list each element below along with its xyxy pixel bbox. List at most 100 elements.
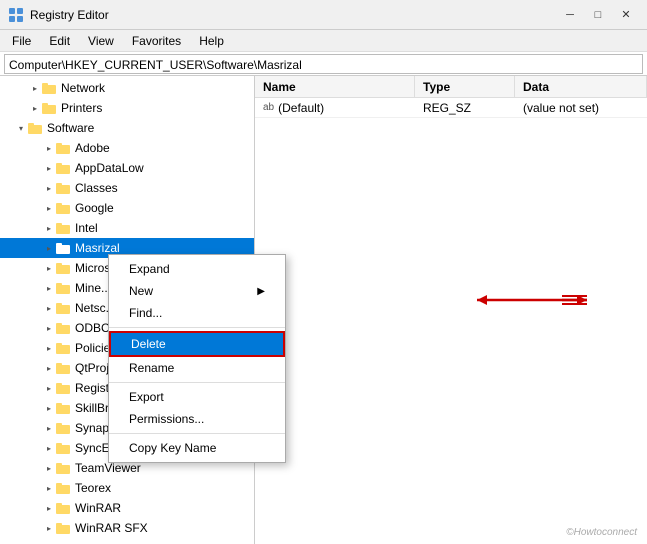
ctx-permissions-label: Permissions...: [129, 412, 204, 426]
folder-icon-synce: [56, 441, 72, 455]
expander-teamviewer[interactable]: [42, 461, 56, 475]
tree-label-intel: Intel: [75, 221, 98, 235]
expander-regist[interactable]: [42, 381, 56, 395]
expander-intel[interactable]: [42, 221, 56, 235]
ctx-export[interactable]: Export: [109, 386, 285, 408]
ctx-copykey[interactable]: Copy Key Name: [109, 437, 285, 459]
expander-policie[interactable]: [42, 341, 56, 355]
ctx-delete[interactable]: Delete: [109, 331, 285, 357]
ctx-find-label: Find...: [129, 306, 162, 320]
ctx-delete-label: Delete: [131, 337, 166, 351]
expander-software[interactable]: [14, 121, 28, 135]
tree-item-appdatalow[interactable]: AppDataLow: [0, 158, 254, 178]
tree-item-google[interactable]: Google: [0, 198, 254, 218]
folder-icon-masrizal: [56, 241, 72, 255]
registry-row-default[interactable]: ab (Default) REG_SZ (value not set): [255, 98, 647, 118]
menu-edit[interactable]: Edit: [41, 32, 78, 50]
folder-icon-regist: [56, 381, 72, 395]
expander-printers[interactable]: [28, 101, 42, 115]
col-header-type: Type: [415, 76, 515, 97]
title-bar: Registry Editor ─ □ ✕: [0, 0, 647, 30]
menu-view[interactable]: View: [80, 32, 122, 50]
tree-item-intel[interactable]: Intel: [0, 218, 254, 238]
folder-icon-mine: [56, 281, 72, 295]
folder-icon-classes: [56, 181, 72, 195]
tree-item-teorex[interactable]: Teorex: [0, 478, 254, 498]
ctx-permissions[interactable]: Permissions...: [109, 408, 285, 430]
folder-icon-intel: [56, 221, 72, 235]
ctx-export-label: Export: [129, 390, 164, 404]
tree-item-adobe[interactable]: Adobe: [0, 138, 254, 158]
expander-odbc[interactable]: [42, 321, 56, 335]
expander-netsc[interactable]: [42, 301, 56, 315]
expander-winrar[interactable]: [42, 501, 56, 515]
expander-synce[interactable]: [42, 441, 56, 455]
expander-winrarsfx[interactable]: [42, 521, 56, 535]
cell-type-default: REG_SZ: [415, 99, 515, 117]
expander-masrizal[interactable]: [42, 241, 56, 255]
ctx-new[interactable]: New ▶: [109, 280, 285, 302]
tree-label-mine: Mine...: [75, 281, 111, 295]
menu-favorites[interactable]: Favorites: [124, 32, 189, 50]
expander-appdatalow[interactable]: [42, 161, 56, 175]
expander-network[interactable]: [28, 81, 42, 95]
ctx-sep-1: [109, 327, 285, 328]
tree-label-teamviewer: TeamViewer: [75, 461, 141, 475]
cell-data-default: (value not set): [515, 99, 647, 117]
tree-item-winrarsfx[interactable]: WinRAR SFX: [0, 518, 254, 538]
menu-help[interactable]: Help: [191, 32, 232, 50]
ctx-rename-label: Rename: [129, 361, 174, 375]
ctx-rename[interactable]: Rename: [109, 357, 285, 379]
minimize-button[interactable]: ─: [557, 5, 583, 25]
col-header-data: Data: [515, 76, 647, 97]
ctx-expand-label: Expand: [129, 262, 170, 276]
folder-icon-qtproj: [56, 361, 72, 375]
app-icon: [8, 7, 24, 23]
tree-item-network[interactable]: Network: [0, 78, 254, 98]
folder-icon-netsc: [56, 301, 72, 315]
folder-icon-software: [28, 121, 44, 135]
ctx-new-label: New: [129, 284, 153, 298]
folder-icon-appdatalow: [56, 161, 72, 175]
tree-label-winrarsfx: WinRAR SFX: [75, 521, 148, 535]
title-bar-left: Registry Editor: [8, 7, 109, 23]
tree-label-appdatalow: AppDataLow: [75, 161, 144, 175]
tree-item-classes[interactable]: Classes: [0, 178, 254, 198]
folder-icon-winrar: [56, 501, 72, 515]
ctx-expand[interactable]: Expand: [109, 258, 285, 280]
folder-icon-adobe: [56, 141, 72, 155]
menu-file[interactable]: File: [4, 32, 39, 50]
tree-label-google: Google: [75, 201, 114, 215]
default-value-icon: ab: [263, 102, 274, 113]
expander-adobe[interactable]: [42, 141, 56, 155]
ctx-new-arrow: ▶: [257, 286, 265, 297]
tree-label-printers: Printers: [61, 101, 102, 115]
window-controls: ─ □ ✕: [557, 5, 639, 25]
tree-label-classes: Classes: [75, 181, 118, 195]
ctx-find[interactable]: Find...: [109, 302, 285, 324]
expander-mine[interactable]: [42, 281, 56, 295]
folder-icon-printers: [42, 101, 58, 115]
expander-classes[interactable]: [42, 181, 56, 195]
folder-icon-synap: [56, 421, 72, 435]
maximize-button[interactable]: □: [585, 5, 611, 25]
address-bar: Computer\HKEY_CURRENT_USER\Software\Masr…: [0, 52, 647, 76]
expander-teorex[interactable]: [42, 481, 56, 495]
expander-google[interactable]: [42, 201, 56, 215]
main-area: Network Printers Software: [0, 76, 647, 544]
tree-label-teorex: Teorex: [75, 481, 111, 495]
tree-item-winrar[interactable]: WinRAR: [0, 498, 254, 518]
folder-icon-skillbr: [56, 401, 72, 415]
tree-label-adobe: Adobe: [75, 141, 110, 155]
ctx-sep-3: [109, 433, 285, 434]
close-button[interactable]: ✕: [613, 5, 639, 25]
col-header-name: Name: [255, 76, 415, 97]
window-title: Registry Editor: [30, 8, 109, 22]
expander-micros[interactable]: [42, 261, 56, 275]
tree-item-software[interactable]: Software: [0, 118, 254, 138]
tree-item-printers[interactable]: Printers: [0, 98, 254, 118]
expander-synap[interactable]: [42, 421, 56, 435]
address-path[interactable]: Computer\HKEY_CURRENT_USER\Software\Masr…: [4, 54, 643, 74]
expander-qtproj[interactable]: [42, 361, 56, 375]
expander-skillbr[interactable]: [42, 401, 56, 415]
